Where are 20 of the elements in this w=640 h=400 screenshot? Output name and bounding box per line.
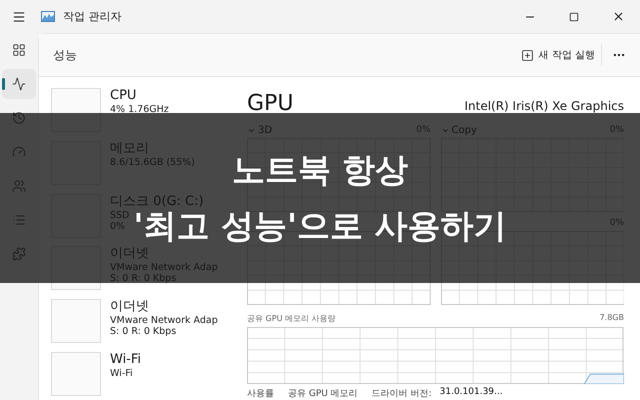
- banner-headline: '최고 성능'으로 사용하기: [133, 208, 507, 244]
- device-name[interactable]: CPU: [110, 88, 136, 104]
- gpu-model: Intel(R) Iris(R) Xe Graphics: [464, 99, 624, 113]
- stat-label: 사용률: [247, 388, 274, 400]
- device-name[interactable]: 이더넷: [110, 299, 149, 316]
- device-detail: VMware Network Adap: [110, 315, 218, 326]
- run-task-button[interactable]: 새 작업 실행: [514, 44, 602, 66]
- chart-label: 공유 GPU 메모리 사용량: [247, 313, 336, 324]
- gpu-title: GPU: [247, 91, 294, 116]
- device-name[interactable]: Wi-Fi: [110, 352, 142, 368]
- device-detail: Wi-Fi: [110, 368, 133, 380]
- stat-label: 공유 GPU 메모리: [288, 388, 358, 400]
- device-detail: 4% 1.76GHz: [110, 104, 169, 115]
- device-detail: S: 0 R: 0 Kbps: [110, 326, 176, 338]
- chart-max: 7.8GB: [600, 313, 624, 324]
- stat-value: 31.0.101.39...: [440, 387, 503, 399]
- banner-headline: 노트북 항상: [232, 152, 408, 188]
- window-title: 작업 관리자: [63, 9, 122, 24]
- stat-label: 드라이버 버전:: [372, 388, 432, 400]
- page-title: 성능: [53, 46, 78, 64]
